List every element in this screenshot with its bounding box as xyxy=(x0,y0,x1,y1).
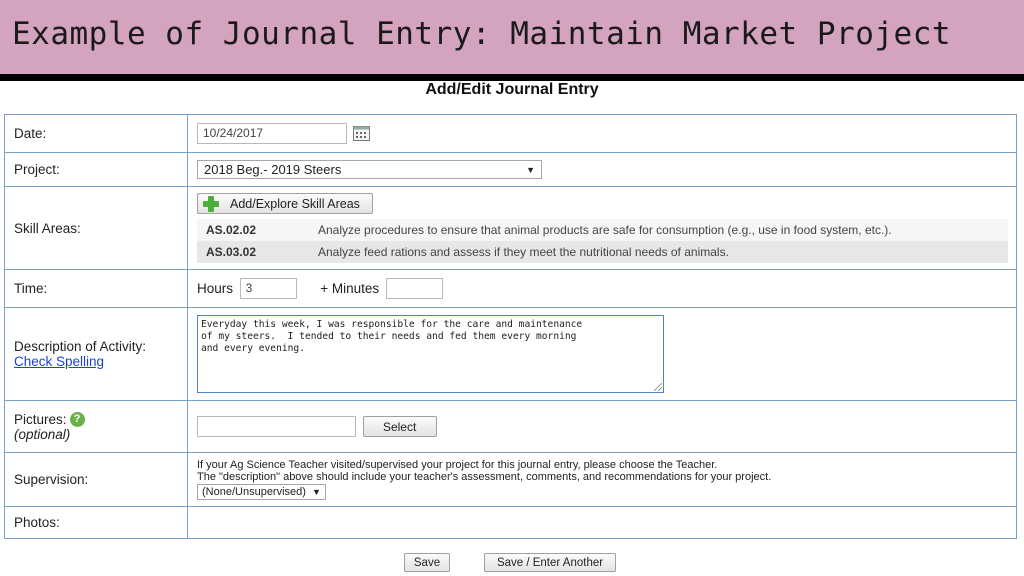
skill-description: Analyze procedures to ensure that animal… xyxy=(318,222,892,237)
skill-code: AS.02.02 xyxy=(206,222,257,237)
skill-areas-label: Skill Areas: xyxy=(4,186,188,270)
date-input[interactable]: 10/24/2017 xyxy=(197,123,347,144)
date-cell: 10/24/2017 xyxy=(187,114,1017,153)
select-picture-button[interactable]: Select xyxy=(362,416,437,437)
picture-file-input[interactable] xyxy=(197,416,356,437)
project-label: Project: xyxy=(4,152,188,187)
description-cell: Everyday this week, I was responsible fo… xyxy=(187,307,1017,401)
chevron-down-icon: ▼ xyxy=(311,487,321,497)
pictures-label-cell: Pictures:? (optional) xyxy=(4,400,188,453)
question-icon[interactable]: ? xyxy=(69,411,85,427)
date-row: Date: 10/24/2017 xyxy=(4,114,1017,153)
supervision-label: Supervision: xyxy=(4,452,188,507)
chevron-down-icon: ▼ xyxy=(526,164,535,175)
time-cell: Hours 3 + Minutes xyxy=(187,269,1017,308)
calendar-icon[interactable] xyxy=(353,126,370,141)
supervision-select[interactable]: (None/Unsupervised) ▼ xyxy=(197,484,326,500)
time-label: Time: xyxy=(4,269,188,308)
hours-input[interactable]: 3 xyxy=(239,278,297,299)
project-row: Project: 2018 Beg.- 2019 Steers ▼ xyxy=(4,152,1017,187)
add-skill-areas-button[interactable]: Add/Explore Skill Areas xyxy=(197,193,373,215)
project-select[interactable]: 2018 Beg.- 2019 Steers ▼ xyxy=(197,160,542,179)
date-label: Date: xyxy=(4,114,188,153)
supervision-cell: If your Ag Science Teacher visited/super… xyxy=(187,452,1017,507)
pictures-optional: (optional) xyxy=(14,426,71,442)
pictures-label: Pictures: xyxy=(14,411,67,427)
save-enter-another-button[interactable]: Save / Enter Another xyxy=(484,553,616,572)
slide-title-banner: Example of Journal Entry: Maintain Marke… xyxy=(0,0,1024,74)
project-cell: 2018 Beg.- 2019 Steers ▼ xyxy=(187,152,1017,187)
pictures-row: Pictures:? (optional) Select xyxy=(4,400,1017,453)
description-label-cell: Description of Activity: Check Spelling xyxy=(4,307,188,401)
resize-handle-icon[interactable] xyxy=(654,383,662,391)
plus-icon xyxy=(202,195,220,213)
photos-label: Photos: xyxy=(4,506,188,539)
banner-divider xyxy=(0,74,1024,81)
form-heading: Add/Edit Journal Entry xyxy=(425,81,599,98)
supervision-row: Supervision: If your Ag Science Teacher … xyxy=(4,452,1017,507)
description-textarea[interactable]: Everyday this week, I was responsible fo… xyxy=(197,315,664,393)
skill-areas-row: Skill Areas: Add/Explore Skill Areas AS.… xyxy=(4,186,1017,270)
check-spelling-link[interactable]: Check Spelling xyxy=(14,354,187,369)
photos-row: Photos: xyxy=(4,506,1017,539)
minutes-label: + Minutes xyxy=(320,281,380,296)
add-skill-areas-label: Add/Explore Skill Areas xyxy=(230,196,360,211)
supervision-note-1: If your Ag Science Teacher visited/super… xyxy=(197,459,718,471)
skill-code: AS.03.02 xyxy=(206,244,257,259)
description-text: Everyday this week, I was responsible fo… xyxy=(201,319,583,354)
hours-label: Hours xyxy=(197,281,234,296)
supervision-selected-value: (None/Unsupervised) xyxy=(202,486,306,498)
skill-description: Analyze feed rations and assess if they … xyxy=(318,244,729,259)
minutes-input[interactable] xyxy=(385,278,443,299)
project-selected-value: 2018 Beg.- 2019 Steers xyxy=(204,162,342,177)
skill-item: AS.02.02 Analyze procedures to ensure th… xyxy=(197,218,1008,241)
photos-cell xyxy=(187,506,1017,539)
description-label: Description of Activity: xyxy=(14,339,147,354)
supervision-note-2: The "description" above should include y… xyxy=(197,471,772,483)
slide-title: Example of Journal Entry: Maintain Marke… xyxy=(12,16,952,52)
skill-item: AS.03.02 Analyze feed rations and assess… xyxy=(197,240,1008,263)
skill-list: AS.02.02 Analyze procedures to ensure th… xyxy=(197,218,1008,263)
journal-entry-form: Date: 10/24/2017 Project: 2018 Beg.- 201… xyxy=(4,114,1017,539)
pictures-cell: Select xyxy=(187,400,1017,453)
description-row: Description of Activity: Check Spelling … xyxy=(4,307,1017,401)
save-button[interactable]: Save xyxy=(404,553,450,572)
time-row: Time: Hours 3 + Minutes xyxy=(4,269,1017,308)
skill-areas-cell: Add/Explore Skill Areas AS.02.02 Analyze… xyxy=(187,186,1017,270)
